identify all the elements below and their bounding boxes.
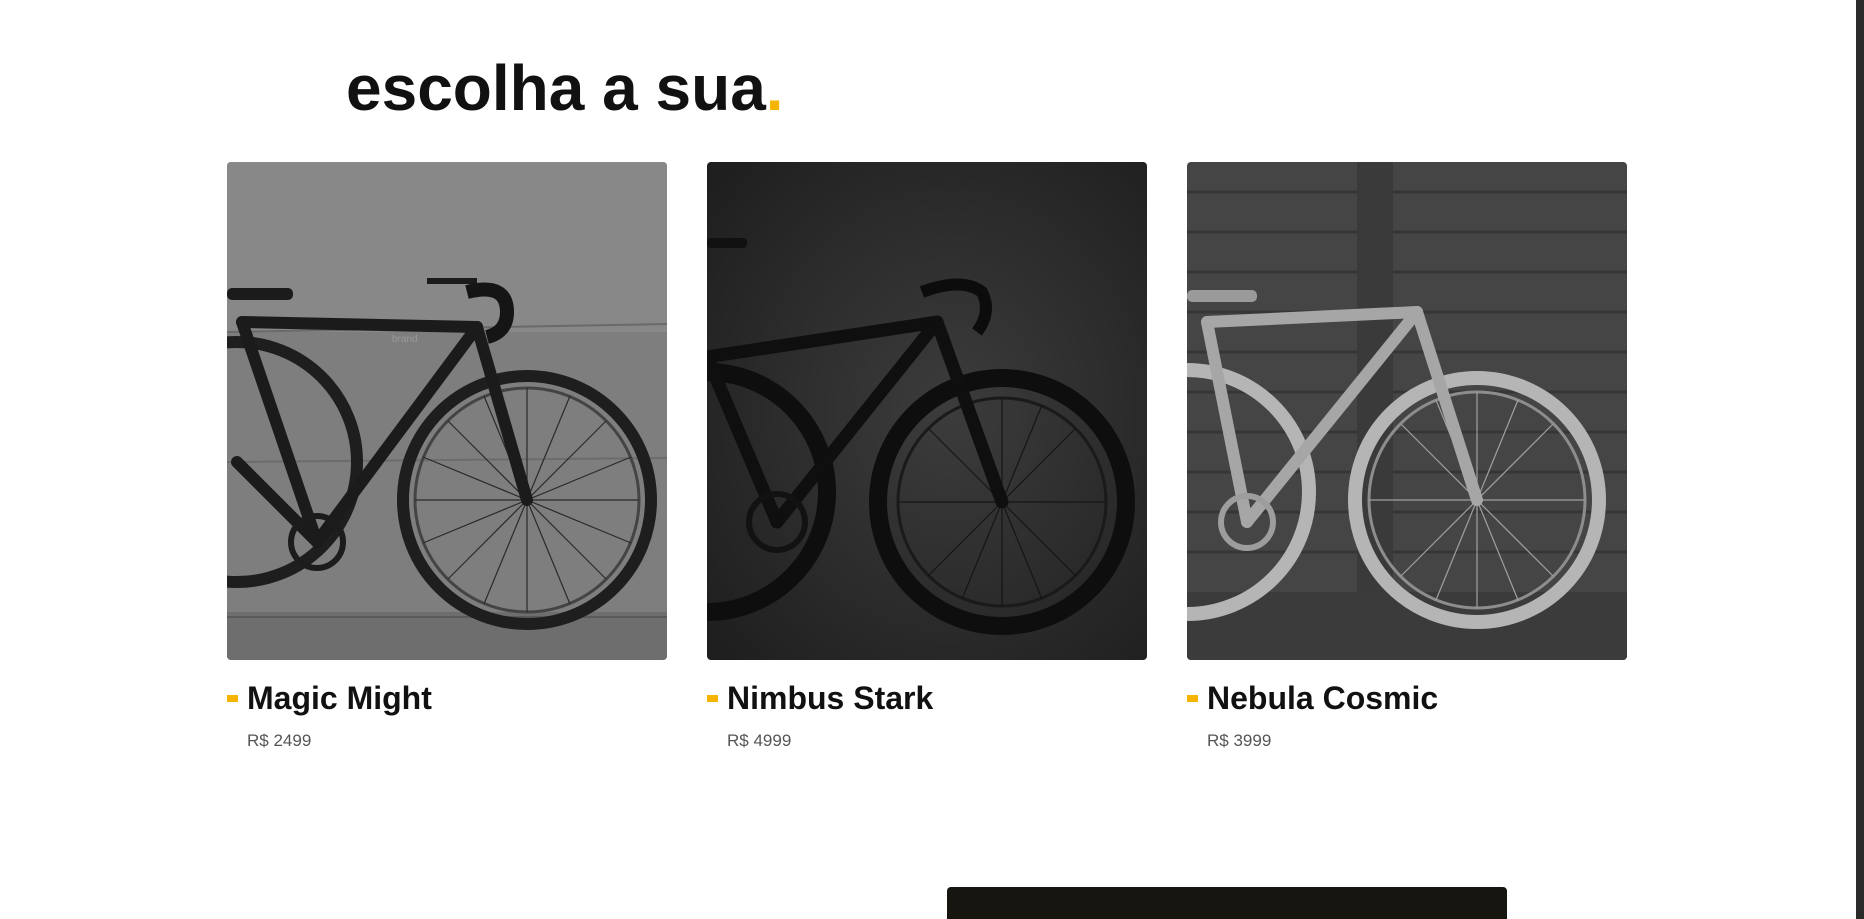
accent-bullet (227, 694, 238, 702)
product-title[interactable]: Nimbus Stark (707, 680, 1147, 716)
product-image[interactable] (1187, 162, 1627, 660)
heading-dot: . (765, 52, 784, 124)
product-image[interactable]: brand (227, 162, 667, 660)
product-price: R$ 2499 (247, 731, 312, 750)
product-title[interactable]: Nebula Cosmic (1187, 680, 1627, 716)
accent-bullet (1187, 694, 1198, 702)
product-name: Nimbus Stark (727, 680, 934, 716)
product-name: Magic Might (247, 680, 432, 716)
product-title[interactable]: Magic Might (227, 680, 667, 716)
bicycle-photo-icon (707, 162, 1147, 660)
product-card-magic-might[interactable]: brand Magic Might R$ 2499 (227, 162, 667, 752)
heading-text: escolha a sua (346, 52, 766, 124)
section-heading: escolha a sua. (346, 52, 784, 124)
product-price: R$ 4999 (727, 731, 792, 750)
product-card-nimbus-stark[interactable]: Nimbus Stark R$ 4999 (707, 162, 1147, 752)
product-card-nebula-cosmic[interactable]: Nebula Cosmic R$ 3999 (1187, 162, 1627, 752)
product-name: Nebula Cosmic (1207, 680, 1439, 716)
window-edge (1856, 0, 1864, 919)
product-list: brand Magic Might R$ 2499 Nimbus Stark R… (227, 162, 1627, 762)
svg-text:brand: brand (392, 334, 418, 345)
page: escolha a sua. brand Magic Might R$ 2499… (0, 0, 1856, 919)
bicycle-photo-icon: brand (227, 162, 667, 660)
bicycle-photo-icon (1187, 162, 1627, 660)
product-price: R$ 3999 (1207, 731, 1272, 750)
next-section-banner (947, 887, 1507, 919)
product-image[interactable] (707, 162, 1147, 660)
accent-bullet (707, 694, 718, 702)
